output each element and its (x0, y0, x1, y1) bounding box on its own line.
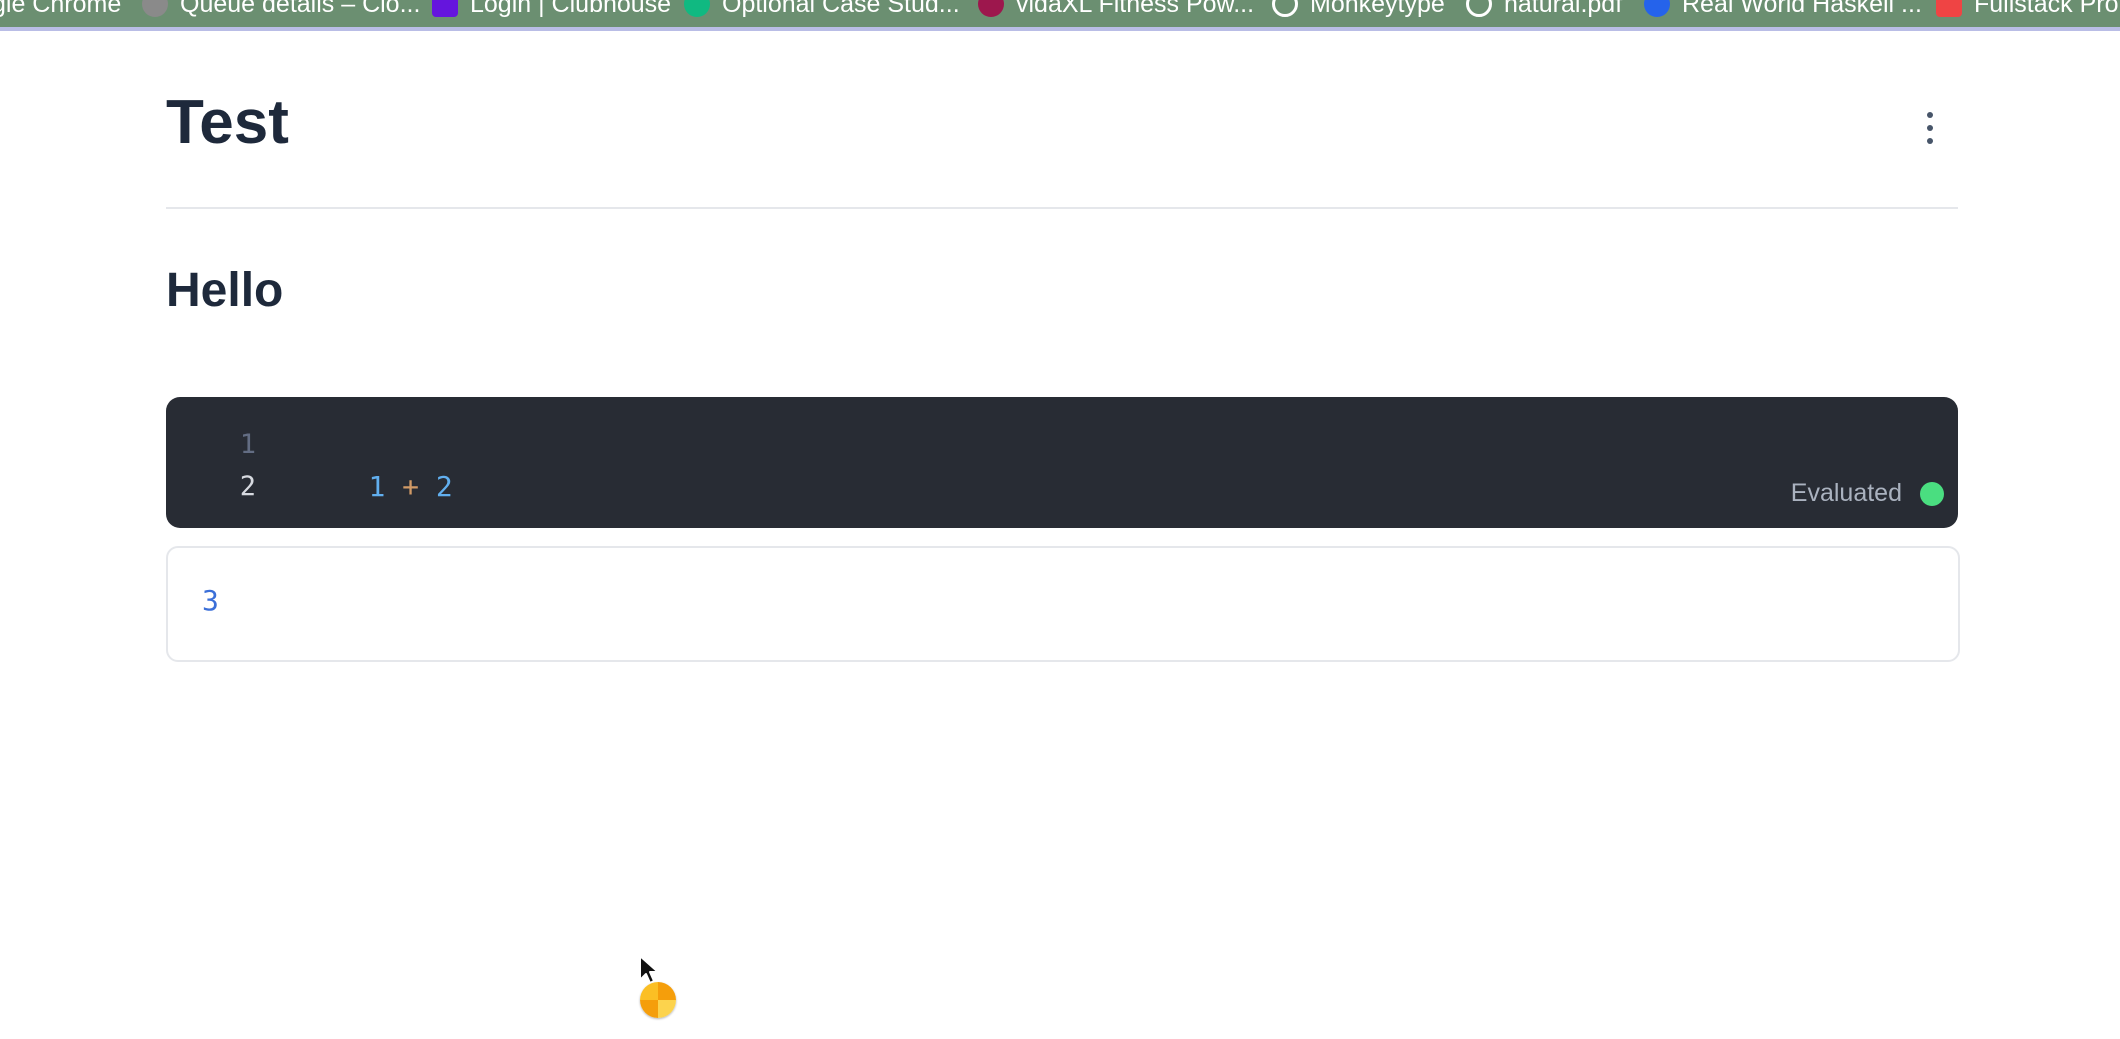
bookmark-fullstack[interactable]: Fullstack Pro (1936, 0, 2118, 19)
markdown-heading: Hello (166, 264, 284, 317)
bookmark-real-world-haskell[interactable]: Real World Haskell ... (1644, 0, 1922, 19)
kebab-menu-icon (1927, 112, 1933, 118)
grey-circle-icon (142, 0, 168, 17)
bookmark-label: Login | Clubhouse (470, 0, 672, 18)
bookmark-label: Real World Haskell ... (1682, 0, 1922, 18)
bookmark-label: vidaXL Fitness Pow... (1016, 0, 1255, 18)
clubhouse-icon (432, 0, 458, 17)
bookmark-label: natural.pdf (1504, 0, 1623, 18)
status-indicator-icon (1920, 481, 1944, 506)
kebab-menu-icon (1927, 125, 1933, 131)
evaluation-status: Evaluated (1791, 479, 1944, 508)
case-study-icon (684, 0, 710, 17)
bookmark-clubhouse[interactable]: Login | Clubhouse (432, 0, 671, 19)
page-title: Test (166, 88, 289, 157)
bookmarks-bar: gle Chrome Queue details – Clo... Login … (0, 0, 2120, 31)
bookmark-chrome[interactable]: gle Chrome (0, 0, 121, 19)
header-divider (166, 207, 1958, 209)
kebab-menu-icon (1927, 138, 1933, 144)
vidaxl-icon (978, 0, 1004, 17)
code-token-operator: + (385, 470, 436, 503)
output-value: 3 (202, 584, 219, 617)
line-number: 1 (239, 429, 256, 460)
bookmark-label: Queue details – Clo... (180, 0, 421, 18)
code-cell-editor[interactable]: 1 2 1 + 2 Evaluated (166, 397, 1958, 528)
globe-icon (1272, 0, 1298, 17)
bookmark-label: gle Chrome (0, 0, 122, 18)
bookmark-vidaxl[interactable]: vidaXL Fitness Pow... (978, 0, 1254, 19)
code-token-number: 2 (435, 470, 453, 503)
bookmark-monkeytype[interactable]: Monkeytype (1272, 0, 1445, 19)
more-options-button[interactable] (1910, 108, 1950, 148)
bookmark-label: Optional Case Stud... (722, 0, 960, 18)
line-number: 2 (239, 471, 256, 502)
code-token-number: 1 (368, 470, 386, 503)
line-number-gutter: 1 2 (226, 424, 256, 508)
bookmark-queue-details[interactable]: Queue details – Clo... (142, 0, 420, 19)
haskell-icon (1644, 0, 1670, 17)
bookmark-label: Fullstack Pro (1974, 0, 2119, 18)
bookmark-case-study[interactable]: Optional Case Stud... (684, 0, 960, 19)
code-line[interactable]: 1 + 2 (301, 424, 453, 550)
output-cell: 3 (166, 546, 1960, 662)
globe-icon (1466, 0, 1492, 17)
bookmark-natural-pdf[interactable]: natural.pdf (1466, 0, 1622, 19)
fullstack-icon (1936, 0, 1962, 17)
pointer-badge-icon (640, 982, 676, 1018)
status-text: Evaluated (1790, 479, 1902, 507)
bookmark-label: Monkeytype (1310, 0, 1445, 18)
